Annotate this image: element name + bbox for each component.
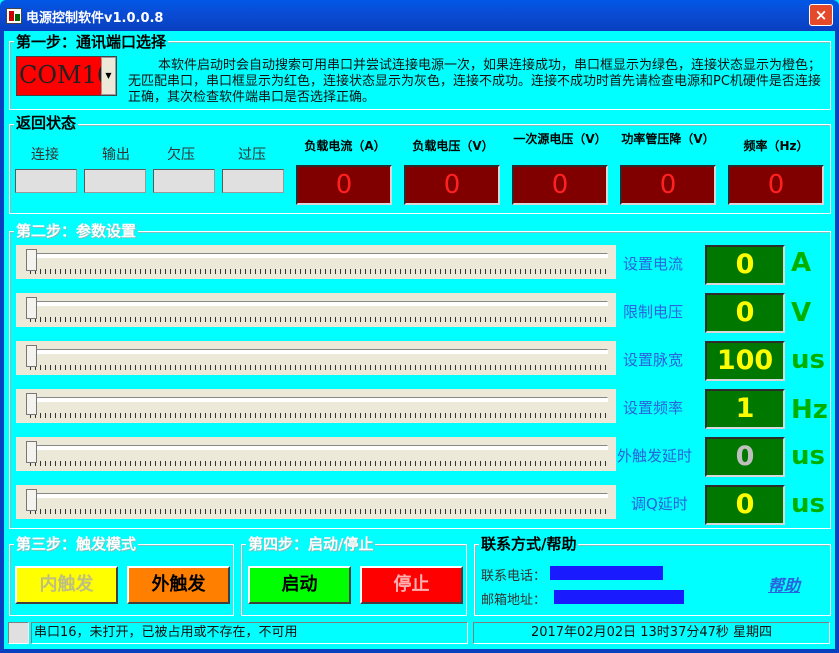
param-label-pulse-width: 设置脉宽 (623, 351, 684, 369)
unit-ext-trigger-delay: us (791, 441, 825, 471)
measure-label-source-voltage: 一次源电压（V） (513, 132, 607, 146)
measure-value-load-voltage: 0 (404, 165, 500, 205)
slider-track (28, 253, 608, 258)
com-port-value: COM16 (19, 61, 113, 89)
measure-value-frequency: 0 (728, 165, 824, 205)
param-label-frequency: 设置频率 (623, 399, 684, 417)
slider-frequency[interactable] (16, 389, 616, 423)
slider-ticks (30, 269, 608, 274)
slider-thumb[interactable] (26, 249, 37, 271)
start-button[interactable]: 启动 (248, 566, 351, 604)
measure-value-source-voltage: 0 (512, 165, 608, 205)
indicator-label-connect: 连接 (31, 147, 59, 163)
phone-value (550, 566, 663, 580)
internal-trigger-button[interactable]: 内触发 (15, 566, 118, 604)
external-trigger-button[interactable]: 外触发 (127, 566, 230, 604)
status-datetime: 2017年02月02日 13时37分47秒 星期四 (473, 622, 830, 644)
email-value (554, 590, 684, 604)
slider-ticks (30, 461, 608, 466)
unit-current: A (791, 248, 812, 278)
param-label-ext-trigger-delay: 外触发延时 (617, 447, 693, 465)
slider-track (28, 301, 608, 306)
stop-button[interactable]: 停止 (360, 566, 463, 604)
slider-thumb[interactable] (26, 297, 37, 319)
unit-voltage: V (791, 298, 812, 328)
measure-value-power-drop: 0 (620, 165, 716, 205)
contact-title: 联系方式/帮助 (479, 535, 579, 553)
slider-track (28, 397, 608, 402)
indicator-connect (15, 169, 77, 193)
slider-current[interactable] (16, 245, 616, 279)
status-title: 返回状态 (14, 114, 79, 132)
unit-frequency: Hz (791, 395, 828, 425)
unit-pulse-width: us (791, 345, 825, 375)
slider-ticks (30, 509, 608, 514)
param-value-pulse-width[interactable]: 100 (705, 341, 785, 381)
step1-title: 第一步：通讯端口选择 (14, 33, 169, 51)
param-label-voltage: 限制电压 (623, 303, 684, 321)
close-button[interactable]: × (809, 4, 833, 26)
app-icon (6, 8, 22, 24)
email-label: 邮箱地址： (481, 593, 547, 608)
param-label-current: 设置电流 (623, 255, 684, 273)
param-value-voltage[interactable]: 0 (705, 293, 785, 333)
measure-value-load-current: 0 (296, 165, 392, 205)
slider-thumb[interactable] (26, 345, 37, 367)
slider-voltage[interactable] (16, 293, 616, 327)
intro-text: 本软件启动时会自动搜索可用串口并尝试连接电源一次，如果连接成功，串口框显示为绿色… (128, 58, 822, 105)
chevron-down-icon[interactable]: ▼ (101, 57, 116, 95)
window-border-bottom (0, 649, 839, 653)
param-label-q-delay: 调Q延时 (631, 495, 688, 513)
measure-label-load-voltage: 负载电压（V） (412, 139, 494, 153)
slider-pulse-width[interactable] (16, 341, 616, 375)
slider-ticks (30, 413, 608, 418)
window-title: 电源控制软件v1.0.0.8 (26, 11, 164, 26)
indicator-undervoltage (153, 169, 215, 193)
param-value-q-delay[interactable]: 0 (705, 485, 785, 525)
param-value-ext-trigger-delay[interactable]: 0 (705, 437, 785, 477)
measure-label-frequency: 频率（Hz） (743, 139, 809, 153)
step2-title: 第二步：参数设置 (14, 222, 139, 240)
slider-thumb[interactable] (26, 489, 37, 511)
slider-ext-trigger-delay[interactable] (16, 437, 616, 471)
slider-track (28, 493, 608, 498)
unit-q-delay: us (791, 489, 825, 519)
slider-ticks (30, 365, 608, 370)
slider-thumb[interactable] (26, 393, 37, 415)
slider-q-delay[interactable] (16, 485, 616, 519)
window-border-right (835, 31, 839, 653)
indicator-output (84, 169, 146, 193)
param-value-frequency[interactable]: 1 (705, 389, 785, 429)
measure-label-power-drop: 功率管压降（V） (621, 132, 715, 146)
measure-label-load-current: 负载电流（A） (304, 139, 386, 153)
slider-track (28, 349, 608, 354)
slider-thumb[interactable] (26, 441, 37, 463)
step4-title: 第四步：启动/停止 (246, 535, 376, 553)
step3-title: 第三步：触发模式 (14, 535, 139, 553)
status-message: 串口16，未打开，已被占用或不存在，不可用 (31, 622, 468, 644)
slider-track (28, 445, 608, 450)
param-value-current[interactable]: 0 (705, 245, 785, 285)
phone-label: 联系电话： (481, 569, 547, 584)
indicator-label-undervoltage: 欠压 (167, 147, 195, 163)
slider-ticks (30, 317, 608, 322)
status-indicator (8, 622, 29, 644)
window-border-left (0, 31, 4, 653)
indicator-overvoltage (222, 169, 284, 193)
indicator-label-overvoltage: 过压 (238, 147, 266, 163)
help-link[interactable]: 帮助 (768, 572, 800, 596)
indicator-label-output: 输出 (102, 147, 130, 163)
